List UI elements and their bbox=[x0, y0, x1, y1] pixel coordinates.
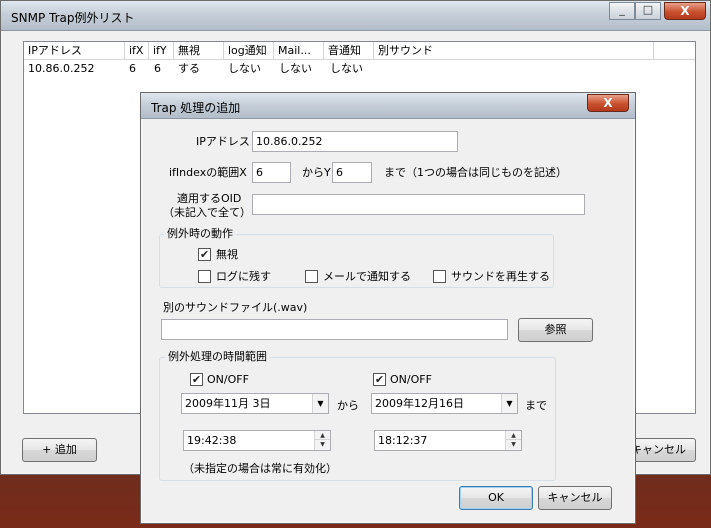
time-note: （未指定の場合は常に有効化） bbox=[183, 462, 337, 475]
col-ifx[interactable]: ifX bbox=[125, 42, 149, 60]
end-time-spinner: ▲ ▼ bbox=[505, 431, 521, 450]
oid-label-2: （未記入で全て） bbox=[163, 206, 251, 219]
kara-y-label: からY bbox=[302, 166, 331, 179]
cell-sound: しない bbox=[330, 62, 363, 75]
spin-down-icon[interactable]: ▼ bbox=[506, 440, 521, 449]
col-sound[interactable]: 音通知 bbox=[324, 42, 374, 60]
log-checkbox[interactable] bbox=[198, 270, 211, 283]
maximize-button[interactable]: □ bbox=[635, 2, 661, 20]
dialog-cancel-button[interactable]: キャンセル bbox=[538, 486, 612, 510]
ify-input[interactable]: 6 bbox=[332, 162, 372, 183]
cell-ify: 6 bbox=[154, 62, 161, 75]
cell-mail: しない bbox=[279, 62, 312, 75]
main-close-button[interactable]: X bbox=[664, 2, 706, 20]
cell-ip: 10.86.0.252 bbox=[28, 62, 95, 75]
start-date-picker[interactable]: 2009年11月 3日 ▼ bbox=[181, 393, 329, 414]
chevron-down-icon[interactable]: ▼ bbox=[501, 394, 517, 413]
dialog-titlebar[interactable]: Trap 処理の追加 X bbox=[141, 93, 635, 119]
made-label: まで bbox=[525, 399, 547, 412]
range-hint: まで（1つの場合は同じものを記述） bbox=[384, 166, 567, 179]
main-titlebar[interactable]: SNMP Trap例外リスト _ □ X bbox=[1, 1, 710, 31]
end-onoff-checkbox[interactable]: ✔ bbox=[373, 373, 386, 386]
col-mail[interactable]: Mail... bbox=[274, 42, 324, 60]
start-onoff-checkbox[interactable]: ✔ bbox=[190, 373, 203, 386]
end-date-value: 2009年12月16日 bbox=[375, 397, 464, 410]
ok-button[interactable]: OK bbox=[459, 486, 533, 510]
end-onoff-label: ON/OFF bbox=[390, 373, 432, 386]
mail-checkbox[interactable] bbox=[305, 270, 318, 283]
spin-down-icon[interactable]: ▼ bbox=[315, 440, 330, 449]
browse-button[interactable]: 参照 bbox=[518, 318, 593, 342]
ip-label: IPアドレス bbox=[196, 135, 250, 148]
col-log[interactable]: log通知 bbox=[224, 42, 274, 60]
chevron-down-icon[interactable]: ▼ bbox=[312, 394, 328, 413]
spin-up-icon[interactable]: ▲ bbox=[506, 431, 521, 440]
sound-file-label: 別のサウンドファイル(.wav) bbox=[163, 301, 308, 314]
col-ify[interactable]: ifY bbox=[149, 42, 174, 60]
ignore-checkbox[interactable]: ✔ bbox=[198, 248, 211, 261]
action-group-label: 例外時の動作 bbox=[164, 227, 236, 241]
end-time-input[interactable]: 18:12:37 ▲ ▼ bbox=[374, 430, 522, 451]
col-alt-sound[interactable]: 別サウンド bbox=[374, 42, 654, 60]
end-date-picker[interactable]: 2009年12月16日 ▼ bbox=[371, 393, 518, 414]
oid-input[interactable] bbox=[252, 194, 585, 215]
table-row[interactable]: 10.86.0.252 6 6 する しない しない しない bbox=[24, 61, 695, 77]
minimize-button[interactable]: _ bbox=[609, 2, 635, 20]
ifindex-label: ifIndexの範囲X bbox=[169, 166, 247, 179]
cell-ignore: する bbox=[178, 62, 200, 75]
oid-label-1: 適用するOID bbox=[177, 192, 242, 205]
list-header: IPアドレス ifX ifY 無視 log通知 Mail... 音通知 別サウン… bbox=[24, 42, 695, 60]
mail-label: メールで通知する bbox=[323, 270, 411, 283]
main-window-title: SNMP Trap例外リスト bbox=[11, 11, 135, 25]
start-time-spinner: ▲ ▼ bbox=[314, 431, 330, 450]
time-group-label: 例外処理の時間範囲 bbox=[165, 350, 270, 364]
col-ip[interactable]: IPアドレス bbox=[24, 42, 125, 60]
start-time-input[interactable]: 19:42:38 ▲ ▼ bbox=[183, 430, 331, 451]
log-label: ログに残す bbox=[216, 270, 271, 283]
cell-ifx: 6 bbox=[129, 62, 136, 75]
start-time-value: 19:42:38 bbox=[187, 434, 237, 447]
ip-input[interactable]: 10.86.0.252 bbox=[252, 131, 458, 152]
dialog-close-button[interactable]: X bbox=[587, 94, 629, 112]
cell-log: しない bbox=[228, 62, 261, 75]
sound-file-input[interactable] bbox=[161, 319, 508, 340]
start-onoff-label: ON/OFF bbox=[207, 373, 249, 386]
kara-label: から bbox=[337, 399, 359, 412]
dialog-title: Trap 処理の追加 bbox=[151, 101, 241, 115]
end-time-value: 18:12:37 bbox=[378, 434, 428, 447]
add-trap-dialog: Trap 処理の追加 X IPアドレス 10.86.0.252 ifIndexの… bbox=[140, 92, 636, 524]
sound-label: サウンドを再生する bbox=[451, 270, 550, 283]
col-ignore[interactable]: 無視 bbox=[174, 42, 224, 60]
spin-up-icon[interactable]: ▲ bbox=[315, 431, 330, 440]
ifx-input[interactable]: 6 bbox=[252, 162, 291, 183]
ignore-label: 無視 bbox=[216, 248, 238, 261]
sound-checkbox[interactable] bbox=[433, 270, 446, 283]
add-button[interactable]: + 追加 bbox=[22, 438, 97, 462]
start-date-value: 2009年11月 3日 bbox=[185, 397, 271, 410]
